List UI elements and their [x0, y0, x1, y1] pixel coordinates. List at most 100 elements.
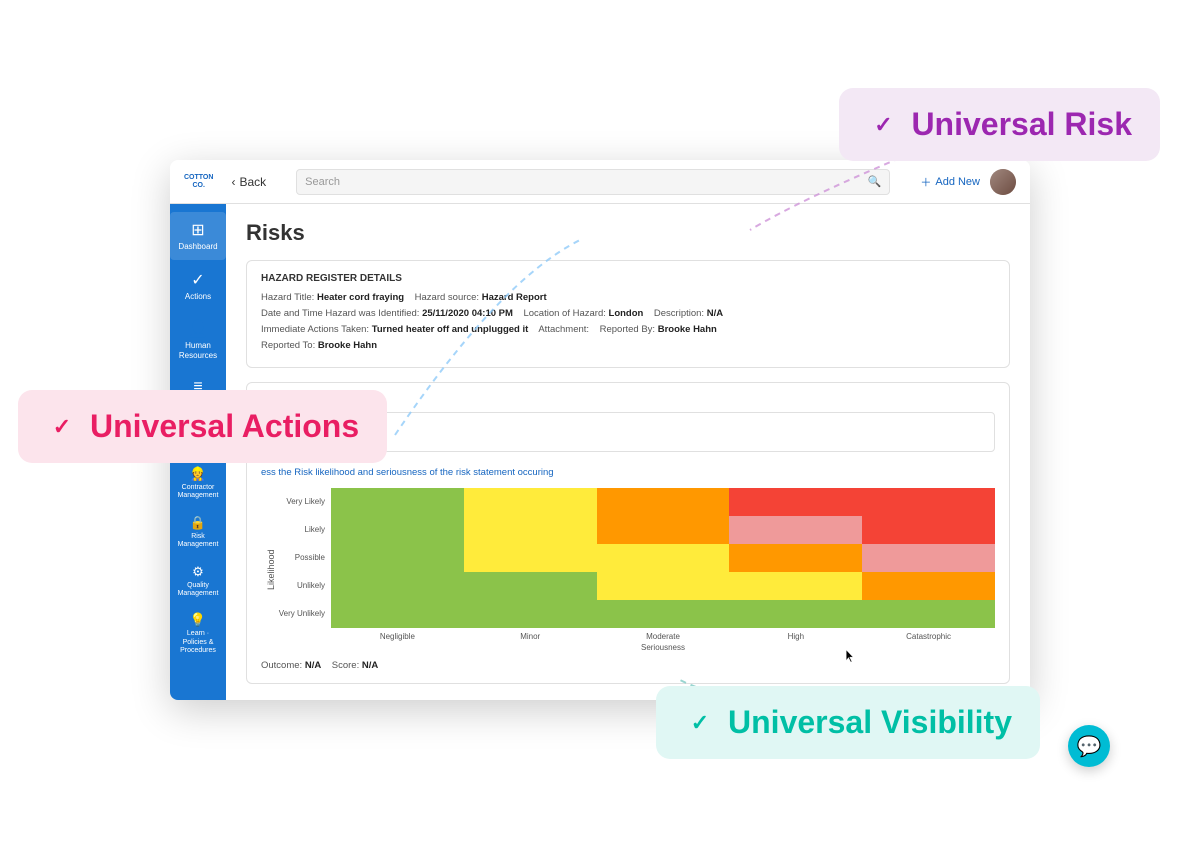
add-new-button[interactable]: ＋ Add New	[920, 174, 980, 190]
cell-l-5[interactable]	[862, 516, 995, 544]
matrix-row-very-unlikely: Very Unlikely	[277, 600, 995, 628]
contractor-icon: 👷	[190, 466, 206, 482]
x-label-1: Negligible	[331, 632, 464, 641]
cell-p-3[interactable]	[597, 544, 730, 572]
quality-icon: ⚙	[192, 564, 204, 580]
row-label-likely: Likely	[277, 516, 331, 544]
cell-p-1[interactable]	[331, 544, 464, 572]
search-icon: 🔍	[868, 175, 882, 188]
cell-p-2[interactable]	[464, 544, 597, 572]
hazard-row-2: Date and Time Hazard was Identified: 25/…	[261, 306, 995, 322]
risk-badge-label: Universal Risk	[911, 106, 1132, 143]
matrix-inner: Very Likely	[277, 488, 995, 652]
cells-very-unlikely	[331, 600, 995, 628]
cell-p-4[interactable]	[729, 544, 862, 572]
cells-possible	[331, 544, 995, 572]
matrix-instruction: ess the Risk likelihood and seriousness …	[261, 467, 995, 478]
back-label: Back	[239, 175, 266, 189]
back-button[interactable]: ‹ Back	[231, 175, 266, 189]
seriousness-label: Seriousness	[331, 643, 995, 652]
matrix-row-unlikely: Unlikely	[277, 572, 995, 600]
cell-vu-3[interactable]	[597, 600, 730, 628]
add-new-label: Add New	[935, 176, 980, 188]
matrix-row-very-likely: Very Likely	[277, 488, 995, 516]
sidebar-item-dashboard[interactable]: ⊞ Dashboard	[170, 212, 226, 260]
cell-l-1[interactable]	[331, 516, 464, 544]
cell-vu-1[interactable]	[331, 600, 464, 628]
sidebar-item-actions[interactable]: ✓ Actions	[170, 262, 226, 310]
sidebar-label-quality: Quality Management	[174, 582, 222, 599]
sidebar-item-risk[interactable]: 🔒 Risk Management	[170, 509, 226, 556]
cell-vu-5[interactable]	[862, 600, 995, 628]
sidebar-label-contractor: Contractor Management	[174, 484, 222, 501]
avatar-image	[990, 169, 1016, 195]
cell-vl-4[interactable]	[729, 488, 862, 516]
row-label-very-likely: Very Likely	[277, 488, 331, 516]
sidebar-item-quality[interactable]: ⚙ Quality Management	[170, 558, 226, 605]
cell-u-4[interactable]	[729, 572, 862, 600]
matrix-rows: Very Likely	[277, 488, 995, 628]
visibility-badge-label: Universal Visibility	[728, 704, 1012, 741]
logo-line2: CO.	[192, 182, 204, 190]
cell-l-3[interactable]	[597, 516, 730, 544]
cell-u-3[interactable]	[597, 572, 730, 600]
universal-visibility-badge: ✓ Universal Visibility	[656, 686, 1040, 759]
dashboard-icon: ⊞	[191, 220, 204, 240]
x-label-5: Catastrophic	[862, 632, 995, 641]
cell-vl-5[interactable]	[862, 488, 995, 516]
sidebar-label-actions: Actions	[185, 292, 211, 302]
risk-matrix: Likelihood Very Likely	[261, 488, 995, 652]
sidebar-item-human-resources[interactable]: 👤 Human Resources	[170, 311, 226, 368]
cell-p-5[interactable]	[862, 544, 995, 572]
human-resources-icon: 👤	[188, 319, 208, 339]
cell-vl-3[interactable]	[597, 488, 730, 516]
policies-icon: 💡	[190, 612, 206, 628]
matrix-row-possible: Possible	[277, 544, 995, 572]
sidebar-label-dashboard: Dashboard	[178, 242, 217, 252]
logo-line1: COTTON	[184, 174, 213, 182]
cell-vu-4[interactable]	[729, 600, 862, 628]
risk-check-icon: ✓	[867, 109, 899, 141]
hazard-row-4: Reported To: Brooke Hahn	[261, 338, 995, 354]
sidebar-label-policies: Learn · Policies & Procedures	[174, 630, 222, 655]
outcome-row: Outcome: N/A Score: N/A	[261, 660, 995, 671]
x-label-2: Minor	[464, 632, 597, 641]
cell-vu-2[interactable]	[464, 600, 597, 628]
cells-unlikely	[331, 572, 995, 600]
cell-vl-1[interactable]	[331, 488, 464, 516]
universal-risk-badge: ✓ Universal Risk	[839, 88, 1160, 161]
cell-u-1[interactable]	[331, 572, 464, 600]
back-chevron-icon: ‹	[231, 175, 235, 189]
x-label-3: Moderate	[597, 632, 730, 641]
cell-vl-2[interactable]	[464, 488, 597, 516]
matrix-row-likely: Likely	[277, 516, 995, 544]
cell-l-4[interactable]	[729, 516, 862, 544]
top-bar: COTTON CO. ‹ Back Search 🔍 ＋ Add New	[170, 160, 1030, 204]
universal-actions-badge: ✓ Universal Actions	[18, 390, 387, 463]
row-label-very-unlikely: Very Unlikely	[277, 600, 331, 628]
search-placeholder: Search	[305, 176, 868, 188]
search-bar[interactable]: Search 🔍	[296, 169, 890, 195]
actions-check-icon: ✓	[46, 411, 78, 443]
chat-icon: 💬	[1077, 734, 1102, 759]
sidebar-label-risk: Risk Management	[174, 533, 222, 550]
row-label-unlikely: Unlikely	[277, 572, 331, 600]
cell-u-5[interactable]	[862, 572, 995, 600]
avatar[interactable]	[990, 169, 1016, 195]
cells-very-likely	[331, 488, 995, 516]
actions-icon: ✓	[191, 270, 204, 290]
cell-l-2[interactable]	[464, 516, 597, 544]
row-label-possible: Possible	[277, 544, 331, 572]
chat-bubble-button[interactable]: 💬	[1068, 725, 1110, 767]
x-label-4: High	[729, 632, 862, 641]
hazard-register-card: HAZARD REGISTER DETAILS Hazard Title: He…	[246, 260, 1010, 368]
sidebar-item-policies[interactable]: 💡 Learn · Policies & Procedures	[170, 606, 226, 661]
risk-icon: 🔒	[190, 515, 206, 531]
logo: COTTON CO.	[184, 174, 213, 189]
sidebar-item-contractor[interactable]: 👷 Contractor Management	[170, 460, 226, 507]
page-title: Risks	[246, 220, 1010, 246]
sidebar-label-hr: Human Resources	[174, 341, 222, 360]
hazard-register-title: HAZARD REGISTER DETAILS	[261, 273, 995, 284]
cell-u-2[interactable]	[464, 572, 597, 600]
add-icon: ＋	[920, 174, 931, 190]
